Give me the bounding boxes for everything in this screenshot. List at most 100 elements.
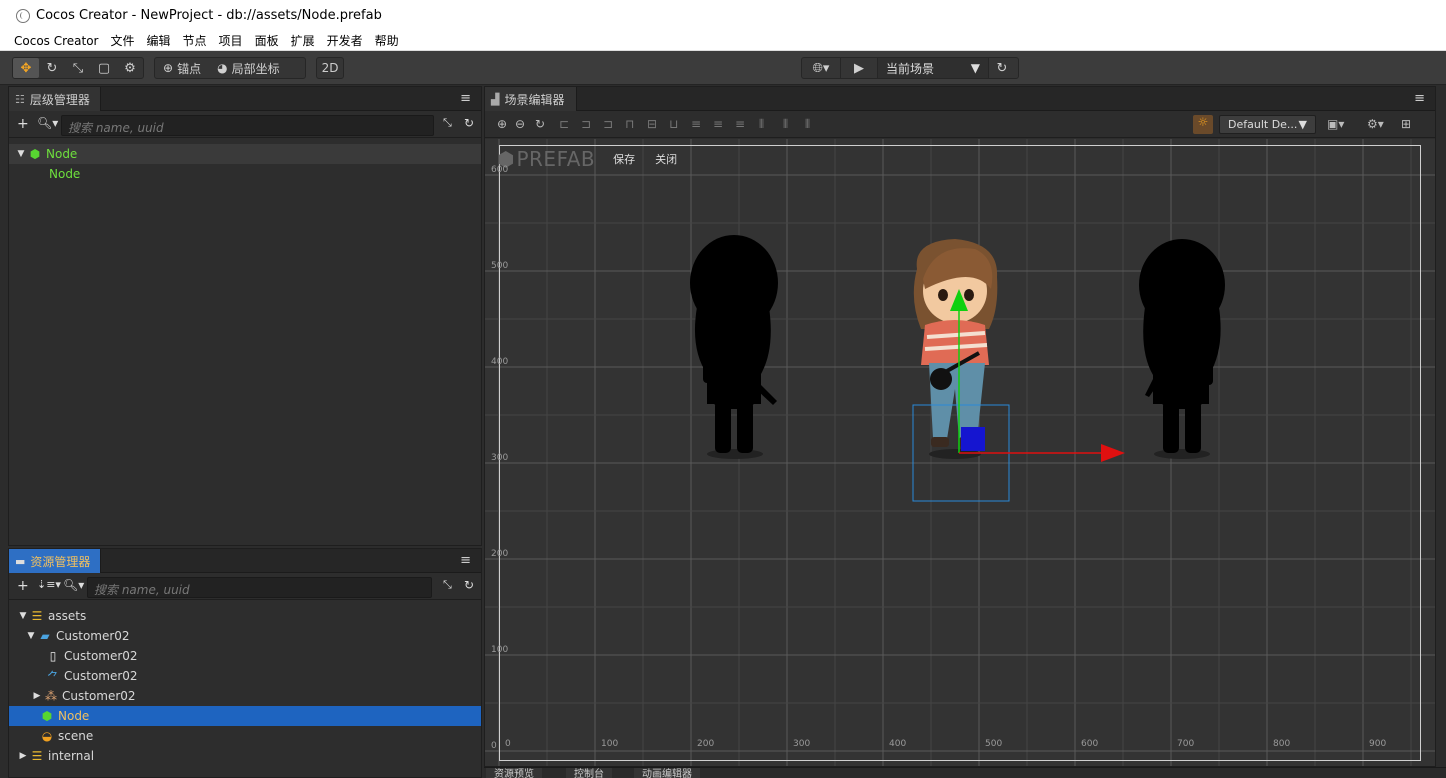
chevron-right-icon[interactable]: ▶ xyxy=(31,691,43,701)
collapse-all-icon[interactable]: ⤡ xyxy=(443,578,452,592)
search-type-button[interactable]: 🔍︎▾ xyxy=(37,116,58,130)
gizmo-xy-handle[interactable] xyxy=(961,427,985,451)
globe-icon: 🌐︎▾ xyxy=(812,60,830,76)
y-tick-label: 600 xyxy=(491,165,509,175)
collapse-all-icon[interactable]: ⤡ xyxy=(443,116,452,130)
scene-viewport[interactable]: ⬢ PREFAB 保存 关闭 0 100 200 300 400 500 600… xyxy=(485,139,1435,766)
align-hcenter-icon[interactable]: ⊐ xyxy=(581,117,591,131)
menu-edit[interactable]: 编辑 xyxy=(147,32,171,49)
tab-assets[interactable]: ▬ 资源管理器 xyxy=(9,549,101,573)
tab-scene-editor[interactable]: ▟ 场景编辑器 xyxy=(485,87,577,111)
add-node-button[interactable]: + xyxy=(17,116,29,132)
customer-character-sprite[interactable] xyxy=(913,239,998,459)
tab-hierarchy[interactable]: ☷ 层级管理器 xyxy=(9,87,101,111)
list-item[interactable]: ◒ scene xyxy=(9,726,481,746)
menu-project[interactable]: 项目 xyxy=(219,32,243,49)
panel-menu-icon[interactable]: ≡ xyxy=(460,553,471,568)
anchor-toggle-button[interactable]: ⊕ 锚点 xyxy=(155,58,209,78)
reset-view-icon[interactable]: ↻ xyxy=(535,117,545,131)
scene-tab-icon: ▟ xyxy=(491,92,500,106)
mode-2d-button[interactable]: 2D xyxy=(316,57,344,79)
chevron-down-icon: ▼ xyxy=(1298,118,1307,131)
menu-extension[interactable]: 扩展 xyxy=(291,32,315,49)
menu-node[interactable]: 节点 xyxy=(183,32,207,49)
refresh-icon[interactable]: ↻ xyxy=(464,116,474,130)
light-toggle-icon[interactable]: ☼ xyxy=(1193,115,1213,134)
y-tick-label: 0 xyxy=(491,741,497,751)
zoom-in-icon[interactable]: ⊕ xyxy=(497,117,507,131)
menu-file[interactable]: 文件 xyxy=(111,32,135,49)
list-item[interactable]: ⺈ Customer02 xyxy=(9,666,481,686)
scene-content xyxy=(690,235,1225,502)
list-item[interactable]: ⬢ Node xyxy=(9,706,481,726)
assets-search-input[interactable]: 搜索 name, uuid xyxy=(87,577,432,598)
align-bottom-icon[interactable]: ⊔ xyxy=(669,117,678,131)
add-asset-button[interactable]: + xyxy=(17,578,29,594)
panel-menu-icon[interactable]: ≡ xyxy=(460,91,471,106)
camera-dropdown-icon[interactable]: ▣▾ xyxy=(1327,117,1344,131)
settings-tool-button[interactable]: ⚙ xyxy=(117,58,143,78)
tree-row[interactable]: ▼ ⬢ Node xyxy=(9,144,481,164)
align-left-icon[interactable]: ⊏ xyxy=(559,117,569,131)
align-right-icon[interactable]: ⊐ xyxy=(603,117,613,131)
distribute-left-icon[interactable]: ⫴ xyxy=(759,117,764,132)
tab-asset-preview[interactable]: 资源预览 xyxy=(486,768,542,778)
list-item[interactable]: ▼ ▰ Customer02 xyxy=(9,626,481,646)
tab-animation-editor[interactable]: 动画编辑器 xyxy=(634,768,700,778)
layout-dropdown[interactable]: Default De... ▼ xyxy=(1219,115,1316,134)
move-icon: ✥ xyxy=(20,60,32,76)
platform-dropdown-button[interactable]: 🌐︎▾ xyxy=(802,58,840,78)
zoom-out-icon[interactable]: ⊖ xyxy=(515,117,525,131)
distribute-right-icon[interactable]: ⫴ xyxy=(805,117,810,132)
align-top-icon[interactable]: ⊓ xyxy=(625,117,634,131)
chevron-down-icon[interactable]: ▼ xyxy=(17,611,29,621)
gizmo-x-arrow[interactable] xyxy=(1101,444,1125,462)
play-button[interactable]: ▶ xyxy=(841,58,877,78)
rotate-tool-button[interactable]: ↻ xyxy=(39,58,65,78)
tab-console[interactable]: 控制台 xyxy=(566,768,612,778)
silhouette-character-right[interactable] xyxy=(1139,239,1225,459)
atlas-icon: ⁂ xyxy=(45,689,57,703)
sort-button[interactable]: ⇣≡▾ xyxy=(37,578,61,591)
asset-label: Customer02 xyxy=(56,629,130,643)
chevron-down-icon[interactable]: ▼ xyxy=(25,631,37,641)
maximize-icon[interactable]: ⊞ xyxy=(1401,117,1411,131)
y-tick-label: 500 xyxy=(491,261,509,271)
menu-panel[interactable]: 面板 xyxy=(255,32,279,49)
node-label: Node xyxy=(46,147,78,161)
move-tool-button[interactable]: ✥ xyxy=(13,58,39,78)
asset-label: internal xyxy=(48,749,95,763)
assets-search-row: + ⇣≡▾ 🔍︎▾ 搜索 name, uuid ⤡ ↻ xyxy=(9,574,481,600)
refresh-icon[interactable]: ↻ xyxy=(464,578,474,592)
y-tick-label: 300 xyxy=(491,453,509,463)
search-icon: 🔍︎▾ xyxy=(63,578,85,592)
preview-tools: 🌐︎▾ ▶ 当前场景 ▼ ↻ xyxy=(801,57,1019,79)
distribute-hcenter-icon[interactable]: ⫴ xyxy=(783,117,788,132)
rect-tool-button[interactable]: ▢ xyxy=(91,58,117,78)
chevron-down-icon[interactable]: ▼ xyxy=(15,149,27,159)
list-item[interactable]: ▶ ☰ internal xyxy=(9,746,481,766)
tree-row[interactable]: Node xyxy=(9,164,481,184)
hierarchy-search-input[interactable]: 搜索 name, uuid xyxy=(61,115,434,136)
distribute-vcenter-icon[interactable]: ≡ xyxy=(713,117,723,131)
distribute-top-icon[interactable]: ≡ xyxy=(691,117,701,131)
menu-cocos-creator[interactable]: Cocos Creator xyxy=(14,34,99,48)
panel-menu-icon[interactable]: ≡ xyxy=(1414,91,1425,106)
list-item[interactable]: ▯ Customer02 xyxy=(9,646,481,666)
refresh-button[interactable]: ↻ xyxy=(989,58,1015,78)
align-vcenter-icon[interactable]: ⊟ xyxy=(647,117,657,131)
search-type-button[interactable]: 🔍︎▾ xyxy=(63,578,84,592)
menu-developer[interactable]: 开发者 xyxy=(327,32,363,49)
scene-select[interactable]: 当前场景 ▼ xyxy=(878,58,988,78)
gear-icon[interactable]: ⚙▾ xyxy=(1367,117,1384,131)
scene-editor-header: ▟ 场景编辑器 ≡ xyxy=(485,87,1435,111)
silhouette-character-left[interactable] xyxy=(690,235,778,459)
local-coords-toggle-button[interactable]: ◕ 局部坐标 xyxy=(209,58,288,78)
menu-help[interactable]: 帮助 xyxy=(375,32,399,49)
list-item[interactable]: ▶ ⁂ Customer02 xyxy=(9,686,481,706)
distribute-bottom-icon[interactable]: ≡ xyxy=(735,117,745,131)
list-item[interactable]: ▼ ☰ assets xyxy=(9,606,481,626)
scale-tool-button[interactable]: ⤡ xyxy=(65,58,91,78)
pivot-tools: ⊕ 锚点 ◕ 局部坐标 xyxy=(154,57,306,79)
chevron-right-icon[interactable]: ▶ xyxy=(17,751,29,761)
